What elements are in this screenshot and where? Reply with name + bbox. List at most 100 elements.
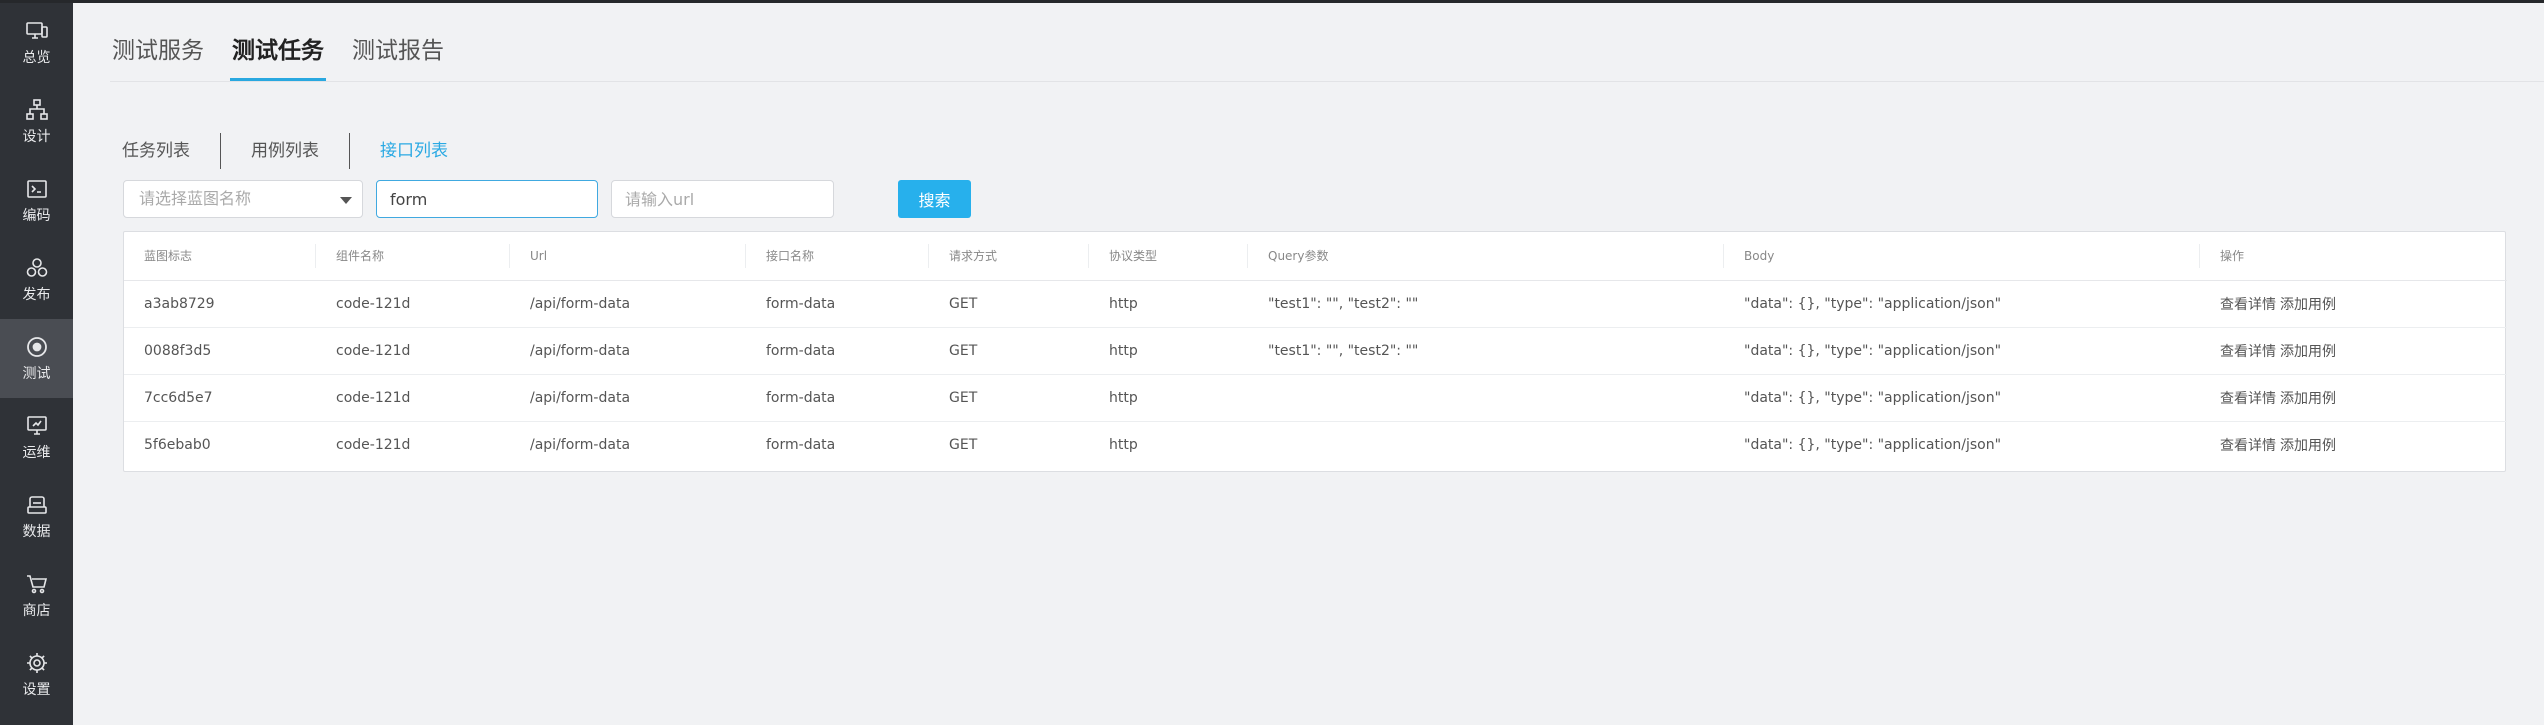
add-case-link[interactable]: 添加用例 [2280,344,2336,360]
table-row: a3ab8729 code-121d /api/form-data form-d… [124,280,2507,328]
cell-url: /api/form-data [530,436,631,453]
sidebar-item-label: 商店 [22,603,51,619]
cell-api-name: form-data [746,327,929,375]
sidebar-item-label: 测试 [22,366,51,382]
add-case-link[interactable]: 添加用例 [2280,438,2336,454]
table-row: 5f6ebab0 code-121d /api/form-data form-d… [124,421,2507,468]
cell-protocol: http [1089,374,1248,422]
cell-actions: 查看详情 添加用例 [2200,327,2507,375]
subtab-case-list[interactable]: 用例列表 [221,133,349,169]
tabs-divider [110,81,2544,82]
cell-query: "test1": "", "test2": "" [1248,327,1724,375]
cart-icon [26,575,47,594]
sidebar-item-label: 总览 [22,50,51,66]
cell-blueprint-id: a3ab8729 [124,280,316,328]
col-header: 协议类型 [1089,232,1248,281]
col-header: Query参数 [1248,232,1724,281]
tab-test-service[interactable]: 测试服务 [110,33,206,81]
cell-body: "data": {}, "type": "application/json" [1724,374,2200,422]
sidebar-item-label: 数据 [22,524,51,540]
view-detail-link[interactable]: 查看详情 [2220,438,2276,454]
cell-api-name: form-data [766,436,836,453]
target-icon [26,337,47,357]
sidebar-item-design[interactable]: 设计 [0,82,73,161]
cell-body: "data": {}, "type": "application/json" [1724,327,2200,375]
col-header: 请求方式 [929,232,1089,281]
cell-method: GET [929,374,1089,422]
table-row: 0088f3d5 code-121d /api/form-data form-d… [124,327,2507,375]
cell-actions: 查看详情 添加用例 [2200,280,2507,328]
sitemap-icon [25,99,48,120]
sidebar-item-ops[interactable]: 运维 [0,398,73,477]
keyword-input[interactable] [376,180,598,218]
cell-component: code-121d [316,280,510,328]
cell-url: /api/form-data [510,374,746,422]
cell-url: /api/form-data [510,327,746,375]
col-header: 蓝图标志 [124,232,316,281]
circles-icon [26,258,47,277]
cell-blueprint-id: 0088f3d5 [124,327,316,375]
terminal-icon [26,180,47,198]
col-header: 组件名称 [316,232,510,281]
sub-tabs: 任务列表 用例列表 接口列表 [122,133,478,169]
tab-test-report[interactable]: 测试报告 [350,33,446,81]
api-table-card: 蓝图标志 组件名称 Url 接口名称 请求方式 协议类型 Query参数 Bod… [123,231,2507,472]
cell-protocol: http [1089,280,1248,328]
sidebar-item-label: 设置 [22,682,51,698]
cell-actions: 查看详情 添加用例 [2200,374,2507,422]
api-table: 蓝图标志 组件名称 Url 接口名称 请求方式 协议类型 Query参数 Bod… [124,232,2507,468]
col-header: 操作 [2200,232,2507,281]
cell-query [1248,374,1724,422]
sidebar-item-store[interactable]: 商店 [0,556,73,635]
sidebar-item-label: 运维 [22,445,51,461]
tab-test-task[interactable]: 测试任务 [230,33,326,81]
sidebar-item-coding[interactable]: 编码 [0,161,73,240]
main-content: 测试服务 测试任务 测试报告 任务列表 用例列表 接口列表 请选择蓝图名称 搜索… [73,3,2544,725]
add-case-link[interactable]: 添加用例 [2280,391,2336,407]
table-header-row: 蓝图标志 组件名称 Url 接口名称 请求方式 协议类型 Query参数 Bod… [124,232,2507,281]
add-case-link[interactable]: 添加用例 [2280,297,2336,313]
view-detail-link[interactable]: 查看详情 [2220,391,2276,407]
sidebar-item-overview[interactable]: 总览 [0,3,73,82]
col-header: Url [510,232,746,281]
ops-monitor-icon [26,416,47,435]
cell-method: GET [929,280,1089,328]
cell-api-name: form-data [746,280,929,328]
cell-component: code-121d [316,374,510,422]
sidebar-item-label: 发布 [22,287,51,303]
cell-query [1248,421,1724,468]
cell-actions: 查看详情 添加用例 [2200,421,2507,468]
sidebar-item-publish[interactable]: 发布 [0,240,73,319]
cell-query: "test1": "", "test2": "" [1248,280,1724,328]
cell-protocol: http [1089,327,1248,375]
col-header: 接口名称 [746,232,929,281]
view-detail-link[interactable]: 查看详情 [2220,297,2276,313]
cell-api-name: form-data [746,374,929,422]
gear-icon [26,653,47,673]
cell-component: code-121d [316,327,510,375]
cell-body: "data": {}, "type": "application/json" [1724,280,2200,328]
monitor-icon [25,22,48,39]
cell-body: "data": {}, "type": "application/json" [1744,436,2002,453]
table-row: 7cc6d5e7 code-121d /api/form-data form-d… [124,374,2507,422]
sidebar-item-label: 编码 [22,208,51,224]
cell-blueprint-id: 7cc6d5e7 [124,374,316,422]
cell-blueprint-id: 5f6ebab0 [144,436,211,453]
cell-protocol: http [1109,436,1138,453]
subtab-api-list[interactable]: 接口列表 [350,133,478,169]
cell-method: GET [949,436,978,453]
sidebar: 总览 设计 编码 发布 测试 运维 数据 商店 设置 [0,3,73,725]
cell-component: code-121d [336,436,411,453]
subtab-task-list[interactable]: 任务列表 [122,133,220,169]
view-detail-link[interactable]: 查看详情 [2220,344,2276,360]
sidebar-item-label: 设计 [22,129,51,145]
blueprint-select[interactable]: 请选择蓝图名称 [123,180,363,218]
url-input[interactable] [611,180,834,218]
sidebar-item-data[interactable]: 数据 [0,477,73,556]
col-header: Body [1724,232,2200,281]
sidebar-item-test[interactable]: 测试 [0,319,73,398]
cell-url: /api/form-data [510,280,746,328]
sidebar-item-settings[interactable]: 设置 [0,635,73,714]
search-button[interactable]: 搜索 [898,180,971,218]
database-icon [26,496,47,514]
